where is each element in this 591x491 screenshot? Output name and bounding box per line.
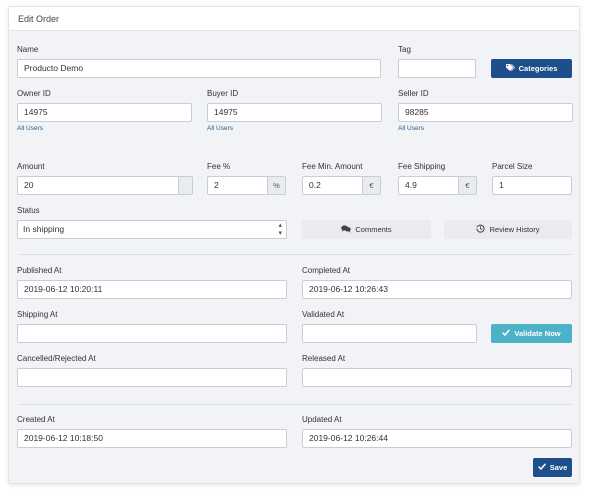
history-icon <box>476 224 485 235</box>
fee-shipping-field[interactable]: 4.9 <box>398 176 459 195</box>
tag-field[interactable] <box>398 59 476 78</box>
updated-at-label: Updated At <box>302 415 342 424</box>
name-field[interactable]: Producto Demo <box>17 59 381 78</box>
released-at-field[interactable] <box>302 368 572 387</box>
fee-min-field[interactable]: 0.2 <box>302 176 363 195</box>
updated-at-field[interactable]: 2019-06-12 10:26:44 <box>302 429 572 448</box>
seller-id-label: Seller ID <box>398 89 429 98</box>
categories-label: Categories <box>518 64 558 73</box>
review-history-label: Review History <box>489 225 540 234</box>
parcel-size-field[interactable]: 1 <box>492 176 572 195</box>
cancelled-at-field[interactable] <box>17 368 287 387</box>
comments-label: Comments <box>355 225 392 234</box>
categories-button[interactable]: Categories <box>491 59 572 78</box>
amount-addon <box>179 176 193 195</box>
released-at-label: Released At <box>302 354 346 363</box>
tags-icon <box>505 63 515 74</box>
fee-shipping-addon: € <box>459 176 477 195</box>
validated-at-field[interactable] <box>302 324 477 343</box>
save-label: Save <box>549 463 568 472</box>
name-label: Name <box>17 45 39 54</box>
buyer-id-label: Buyer ID <box>207 89 239 98</box>
fee-pct-field[interactable]: 2 <box>207 176 268 195</box>
comments-icon <box>341 225 352 235</box>
status-select[interactable]: In shipping ▴ ▾ <box>17 220 287 239</box>
fee-pct-label: Fee % <box>207 162 231 171</box>
fee-shipping-label: Fee Shipping <box>398 162 446 171</box>
completed-at-field[interactable]: 2019-06-12 10:26:43 <box>302 280 572 299</box>
validate-now-label: Validate Now <box>514 329 561 338</box>
seller-all-users-link[interactable]: All Users <box>398 125 424 132</box>
published-at-field[interactable]: 2019-06-12 10:20:11 <box>17 280 287 299</box>
edit-order-panel: Edit Order Name Producto Demo Tag Catego… <box>8 6 580 484</box>
comments-button[interactable]: Comments <box>302 220 431 239</box>
status-label: Status <box>17 206 40 215</box>
owner-all-users-link[interactable]: All Users <box>17 125 43 132</box>
shipping-at-label: Shipping At <box>17 310 58 319</box>
parcel-size-label: Parcel Size <box>492 162 533 171</box>
validated-at-label: Validated At <box>302 310 345 319</box>
seller-id-field[interactable]: 98285 <box>398 103 573 122</box>
fee-min-addon: € <box>363 176 381 195</box>
select-arrows-icon: ▴ ▾ <box>278 222 282 237</box>
check-icon <box>502 329 511 338</box>
fee-pct-addon: % <box>268 176 286 195</box>
panel-title: Edit Order <box>18 14 60 24</box>
review-history-button[interactable]: Review History <box>444 220 572 239</box>
owner-id-field[interactable]: 14975 <box>17 103 192 122</box>
cancelled-at-label: Cancelled/Rejected At <box>17 354 96 363</box>
check-icon <box>537 463 546 472</box>
created-at-field[interactable]: 2019-06-12 10:18:50 <box>17 429 287 448</box>
amount-label: Amount <box>17 162 45 171</box>
validate-now-button[interactable]: Validate Now <box>491 324 572 343</box>
section-divider <box>18 254 572 255</box>
published-at-label: Published At <box>17 266 62 275</box>
owner-id-label: Owner ID <box>17 89 51 98</box>
fee-min-label: Fee Min. Amount <box>302 162 363 171</box>
shipping-at-field[interactable] <box>17 324 287 343</box>
amount-field[interactable]: 20 <box>17 176 179 195</box>
panel-header: Edit Order <box>9 7 579 31</box>
completed-at-label: Completed At <box>302 266 351 275</box>
created-at-label: Created At <box>17 415 55 424</box>
buyer-all-users-link[interactable]: All Users <box>207 125 233 132</box>
status-selected-value: In shipping <box>23 224 65 234</box>
buyer-id-field[interactable]: 14975 <box>207 103 382 122</box>
section-divider <box>18 404 572 405</box>
tag-label: Tag <box>398 45 411 54</box>
save-button[interactable]: Save <box>533 458 572 477</box>
